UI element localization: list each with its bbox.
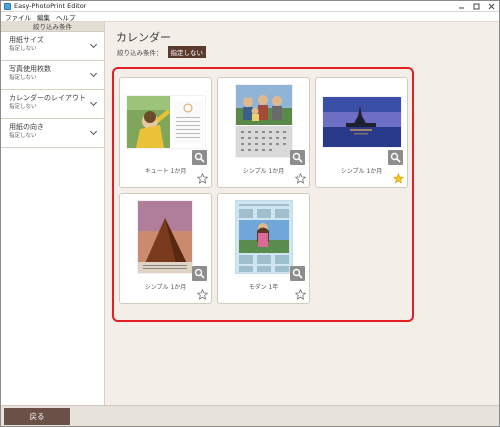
title-bar: Easy-PhotoPrint Editor	[1, 1, 499, 12]
page-title: カレンダー	[116, 31, 171, 44]
minimize-icon	[459, 7, 464, 8]
menu-help[interactable]: ヘルプ	[56, 12, 76, 22]
window-controls	[457, 2, 496, 10]
filter-paper-orientation[interactable]: 用紙の向き 指定しない	[1, 119, 104, 148]
template-thumbnail-family	[235, 84, 293, 158]
favorite-star-icon[interactable]	[393, 173, 404, 184]
menu-file[interactable]: ファイル	[5, 12, 31, 22]
back-button[interactable]: 戻る	[4, 408, 70, 425]
sidebar-header: 絞り込み条件	[1, 22, 104, 32]
template-card[interactable]: モダン 1年	[217, 193, 310, 304]
magnifier-icon	[194, 152, 205, 163]
window-title: Easy-PhotoPrint Editor	[14, 2, 87, 10]
filter-value: 指定しない	[9, 133, 37, 139]
favorite-star-icon[interactable]	[295, 173, 306, 184]
template-thumbnail-modern-year	[235, 200, 293, 274]
template-results-frame: キュート 1か月 シンプル 1か月 シンプル 1か月 シンプル 1か月 モダン …	[112, 67, 414, 322]
filter-value: 指定しない	[9, 75, 37, 81]
magnifier-icon	[194, 268, 205, 279]
template-card[interactable]: シンプル 1か月	[315, 77, 408, 188]
minimize-button[interactable]	[457, 2, 466, 10]
favorite-star-icon[interactable]	[197, 289, 208, 300]
zoom-button[interactable]	[290, 266, 305, 281]
filter-sidebar: 絞り込み条件 用紙サイズ 指定しない 写真使用枚数 指定しない カレンダーのレイ…	[1, 22, 105, 405]
active-filter-label: 絞り込み条件：	[117, 49, 163, 57]
close-button[interactable]	[487, 2, 496, 10]
template-thumbnail-cute	[126, 95, 206, 149]
filter-calendar-layout[interactable]: カレンダーのレイアウト 指定しない	[1, 90, 104, 119]
favorite-star-icon[interactable]	[197, 173, 208, 184]
zoom-button[interactable]	[290, 150, 305, 165]
template-card[interactable]: キュート 1か月	[119, 77, 212, 188]
menu-edit[interactable]: 編集	[37, 12, 50, 22]
zoom-button[interactable]	[192, 266, 207, 281]
template-thumbnail-castle	[322, 96, 402, 148]
filter-value: 指定しない	[9, 104, 37, 110]
magnifier-icon	[292, 152, 303, 163]
filter-paper-size[interactable]: 用紙サイズ 指定しない	[1, 32, 104, 61]
magnifier-icon	[292, 268, 303, 279]
magnifier-icon	[390, 152, 401, 163]
template-card[interactable]: シンプル 1か月	[119, 193, 212, 304]
maximize-icon	[473, 3, 480, 9]
filter-value: 指定しない	[9, 46, 37, 52]
favorite-star-icon[interactable]	[295, 289, 306, 300]
menu-bar: ファイル 編集 ヘルプ	[1, 12, 499, 22]
app-logo-icon	[4, 2, 11, 10]
bottom-bar: 戻る	[1, 405, 499, 426]
close-icon	[488, 3, 495, 9]
zoom-button[interactable]	[192, 150, 207, 165]
filter-photo-count[interactable]: 写真使用枚数 指定しない	[1, 61, 104, 90]
template-card[interactable]: シンプル 1か月	[217, 77, 310, 188]
active-filter-badge: 指定しない	[167, 46, 206, 58]
active-filter-row: 絞り込み条件： 指定しない	[117, 46, 206, 58]
template-thumbnail-pyramid	[137, 200, 193, 274]
app-window: Easy-PhotoPrint Editor ファイル 編集 ヘルプ 絞り込み条…	[0, 0, 500, 427]
main-panel: カレンダー 絞り込み条件： 指定しない キュート 1か月 シンプル 1か月 シン…	[106, 22, 499, 405]
zoom-button[interactable]	[388, 150, 403, 165]
maximize-button[interactable]	[472, 2, 481, 10]
